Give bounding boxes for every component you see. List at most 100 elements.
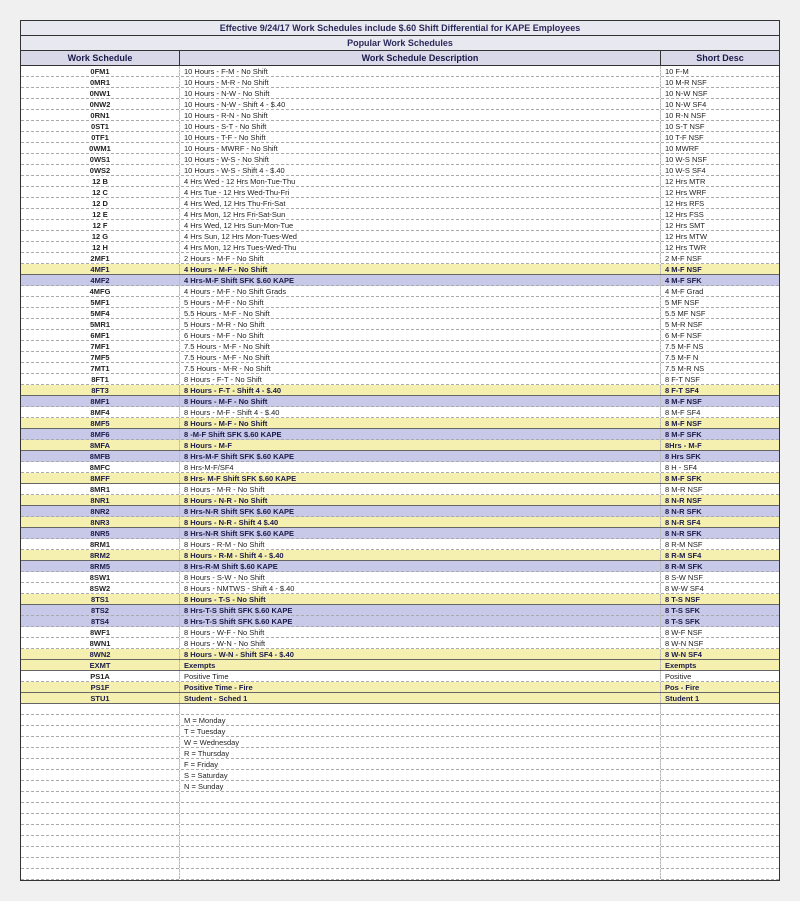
cell-code: 12 E bbox=[21, 209, 180, 219]
cell-code: 8NR1 bbox=[21, 495, 180, 505]
cell-desc: 10 Hours - S-T - No Shift bbox=[180, 121, 661, 131]
table-row: 8MF18 Hours - M-F - No Shift8 M-F NSF bbox=[21, 396, 779, 407]
cell-desc: 8 Hrs-M-F Shift SFK $.60 KAPE bbox=[180, 451, 661, 461]
cell-short: 5.5 MF NSF bbox=[661, 308, 779, 318]
cell-desc: 4 Hrs Wed - 12 Hrs Mon-Tue-Thu bbox=[180, 176, 661, 186]
cell-code: 8MFB bbox=[21, 451, 180, 461]
cell-short: 4 M-F NSF bbox=[661, 264, 779, 274]
cell-short: 10 N-W NSF bbox=[661, 88, 779, 98]
table-row: 0NW110 Hours - N-W - No Shift10 N-W NSF bbox=[21, 88, 779, 99]
cell-desc: 4 Hrs Wed, 12 Hrs Thu-Fri-Sat bbox=[180, 198, 661, 208]
cell-desc: 8 Hours - R-M - Shift 4 - $.40 bbox=[180, 550, 661, 560]
table-row: 7MF17.5 Hours - M-F - No Shift7.5 M-F NS bbox=[21, 341, 779, 352]
cell-short: 8 F-T NSF bbox=[661, 374, 779, 384]
cell-code: 0WM1 bbox=[21, 143, 180, 153]
cell-short: 12 Hrs RFS bbox=[661, 198, 779, 208]
cell-desc: 10 Hours - W-S - Shift 4 - $.40 bbox=[180, 165, 661, 175]
cell-short: 7.5 M-F NS bbox=[661, 341, 779, 351]
cell-short: 8 N-R SFK bbox=[661, 506, 779, 516]
table-row: 8WN18 Hours - W-N - No Shift8 W-N NSF bbox=[21, 638, 779, 649]
cell-short: Student 1 bbox=[661, 693, 779, 703]
cell-code: 0FM1 bbox=[21, 66, 180, 76]
table-row: 8MFB8 Hrs-M-F Shift SFK $.60 KAPE8 Hrs S… bbox=[21, 451, 779, 462]
cell-desc: 4 Hours - M-F - No Shift Grads bbox=[180, 286, 661, 296]
cell-code: 8MF5 bbox=[21, 418, 180, 428]
legend-row: T = Tuesday bbox=[21, 726, 779, 737]
cell-short bbox=[661, 737, 779, 747]
cell-desc: 10 Hours - M-R - No Shift bbox=[180, 77, 661, 87]
cell-code: 8NR2 bbox=[21, 506, 180, 516]
table-row: 8MF48 Hours - M-F - Shift 4 - $.408 M-F … bbox=[21, 407, 779, 418]
cell-desc: 4 Hrs Tue - 12 Hrs Wed-Thu-Fri bbox=[180, 187, 661, 197]
table-row: 8MFF8 Hrs- M-F Shift SFK $.60 KAPE8 M-F … bbox=[21, 473, 779, 484]
cell-code: 5MF1 bbox=[21, 297, 180, 307]
table-row: 8NR38 Hours - N-R - Shift 4 $.408 N-R SF… bbox=[21, 517, 779, 528]
cell-short: 8 R-M SF4 bbox=[661, 550, 779, 560]
cell-code bbox=[21, 759, 180, 769]
cell-short: 12 Hrs SMT bbox=[661, 220, 779, 230]
cell-desc: 8 Hours - F-T - Shift 4 - $.40 bbox=[180, 385, 661, 395]
cell-short: 10 MWRF bbox=[661, 143, 779, 153]
cell-code: 8RM5 bbox=[21, 561, 180, 571]
cell-short: 2 M-F NSF bbox=[661, 253, 779, 263]
cell-desc: 10 Hours - F-M - No Shift bbox=[180, 66, 661, 76]
cell-code: 0NW2 bbox=[21, 99, 180, 109]
cell-desc: 8 Hours - R-M - No Shift bbox=[180, 539, 661, 549]
cell-code bbox=[21, 726, 180, 736]
cell-desc: 8 Hours - M-F - Shift 4 - $.40 bbox=[180, 407, 661, 417]
table-row: 0ST110 Hours - S-T - No Shift10 S-T NSF bbox=[21, 121, 779, 132]
cell-desc: 4 Hrs Sun, 12 Hrs Mon-Tues-Wed bbox=[180, 231, 661, 241]
cell-short: 10 M-R NSF bbox=[661, 77, 779, 87]
table-row: 12 C4 Hrs Tue - 12 Hrs Wed-Thu-Fri12 Hrs… bbox=[21, 187, 779, 198]
cell-code: 8NR3 bbox=[21, 517, 180, 527]
cell-short: 12 Hrs WRF bbox=[661, 187, 779, 197]
table-row: 8FT18 Hours - F-T - No Shift8 F-T NSF bbox=[21, 374, 779, 385]
cell-code: 8NR5 bbox=[21, 528, 180, 538]
subtitle: Popular Work Schedules bbox=[21, 36, 779, 51]
cell-code: 8MFF bbox=[21, 473, 180, 483]
cell-code: 8RM1 bbox=[21, 539, 180, 549]
table-row: 5MR15 Hours - M-R - No Shift5 M-R NSF bbox=[21, 319, 779, 330]
cell-short: 10 S-T NSF bbox=[661, 121, 779, 131]
cell-desc: Exempts bbox=[180, 660, 661, 670]
table-row bbox=[21, 803, 779, 814]
table-row: 8MFC8 Hrs-M-F/SF48 H - SF4 bbox=[21, 462, 779, 473]
cell-short: 8 M-F NSF bbox=[661, 418, 779, 428]
cell-short: 8 T-S NSF bbox=[661, 594, 779, 604]
cell-short: 8 R-M SFK bbox=[661, 561, 779, 571]
cell-desc: 8 Hours - M-F - No Shift bbox=[180, 418, 661, 428]
cell-short: 8 F-T SF4 bbox=[661, 385, 779, 395]
cell-short bbox=[661, 726, 779, 736]
table-row: 0MR110 Hours - M-R - No Shift10 M-R NSF bbox=[21, 77, 779, 88]
cell-short: 8 M-F SFK bbox=[661, 429, 779, 439]
cell-code: 8WF1 bbox=[21, 627, 180, 637]
table-row: 12 B4 Hrs Wed - 12 Hrs Mon-Tue-Thu12 Hrs… bbox=[21, 176, 779, 187]
cell-code: 8MFA bbox=[21, 440, 180, 450]
cell-desc: 7.5 Hours - M-R - No Shift bbox=[180, 363, 661, 373]
table-row: 8RM58 Hrs-R-M Shift $.60 KAPE8 R-M SFK bbox=[21, 561, 779, 572]
table-row bbox=[21, 869, 779, 880]
cell-code: 7MF1 bbox=[21, 341, 180, 351]
cell-short bbox=[661, 781, 779, 791]
cell-code bbox=[21, 737, 180, 747]
cell-code bbox=[21, 781, 180, 791]
cell-code: 5MR1 bbox=[21, 319, 180, 329]
table-row: 0TF110 Hours - T-F - No Shift10 T-F NSF bbox=[21, 132, 779, 143]
cell-short bbox=[661, 759, 779, 769]
cell-short: 4 M-F SFK bbox=[661, 275, 779, 285]
legend-text: R = Thursday bbox=[180, 748, 661, 758]
cell-desc: 4 Hrs Mon, 12 Hrs Fri-Sat-Sun bbox=[180, 209, 661, 219]
cell-code: 0MR1 bbox=[21, 77, 180, 87]
cell-short: 7.5 M-R NS bbox=[661, 363, 779, 373]
legend-text: N = Sunday bbox=[180, 781, 661, 791]
cell-desc: 10 Hours - R-N - No Shift bbox=[180, 110, 661, 120]
table-row: 7MF57.5 Hours - M-F - No Shift7.5 M-F N bbox=[21, 352, 779, 363]
table-row bbox=[21, 814, 779, 825]
cell-desc: 5.5 Hours - M-F - No Shift bbox=[180, 308, 661, 318]
legend-text: S = Saturday bbox=[180, 770, 661, 780]
cell-desc: 6 Hours - M-F - No Shift bbox=[180, 330, 661, 340]
table-row: 0NW210 Hours - N-W - Shift 4 - $.4010 N-… bbox=[21, 99, 779, 110]
cell-desc: 4 Hrs Wed, 12 Hrs Sun-Mon-Tue bbox=[180, 220, 661, 230]
cell-short: 10 W-S NSF bbox=[661, 154, 779, 164]
cell-code: 0WS1 bbox=[21, 154, 180, 164]
